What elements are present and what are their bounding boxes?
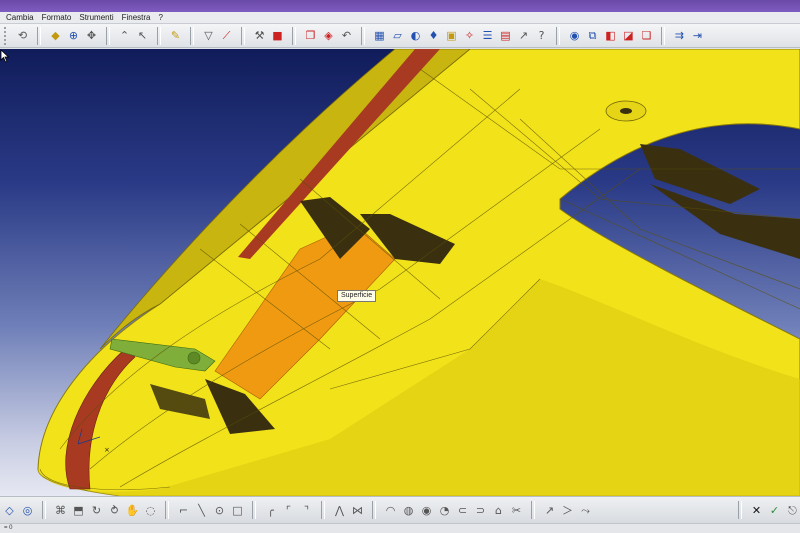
duplicate-icon[interactable]: ❏ <box>639 28 654 44</box>
rotate-icon[interactable]: ⟲ <box>15 28 30 44</box>
toolbar-separator <box>661 26 665 45</box>
pattern-icon[interactable]: ◉ <box>419 502 434 518</box>
toolbar-separator <box>372 501 376 519</box>
toolbar-separator <box>361 26 365 45</box>
close-icon[interactable]: ✕ <box>749 502 764 518</box>
extrude-icon[interactable]: ⬒ <box>71 502 86 518</box>
snap-icon[interactable]: ⊃ <box>473 502 488 518</box>
line-tool-icon[interactable]: ⌐ <box>176 502 191 518</box>
status-bar: = 0 <box>0 523 800 533</box>
trim-icon[interactable]: ◔ <box>437 502 452 518</box>
toolbar-separator <box>42 501 46 519</box>
toolbar-separator <box>37 26 41 45</box>
green-hole <box>187 351 201 365</box>
measure-icon[interactable]: ⌝ <box>299 502 314 518</box>
3d-viewport[interactable]: × Superficie <box>0 49 800 496</box>
layers-icon[interactable]: ☰ <box>480 28 495 44</box>
pocket-3 <box>640 144 760 204</box>
menu-item-strumenti[interactable]: Strumenti <box>79 13 113 22</box>
toolbar-separator <box>321 501 325 519</box>
window-title-bar <box>0 0 800 12</box>
ok-icon[interactable]: ＞ <box>560 502 575 518</box>
toolbar-separator <box>292 26 296 45</box>
mouse-cursor <box>0 49 10 63</box>
rectangle-tool-icon[interactable]: ⊙ <box>212 502 227 518</box>
line-icon[interactable]: ⟋ <box>219 28 234 44</box>
help-icon[interactable]: ? <box>534 28 549 44</box>
split-icon[interactable]: ⌂ <box>491 502 506 518</box>
toolbar-separator <box>252 501 256 519</box>
accept-icon[interactable]: ✓ <box>767 502 782 518</box>
circle-tool-icon[interactable]: ╲ <box>194 502 209 518</box>
box-icon[interactable]: ▣ <box>444 28 459 44</box>
camera-icon[interactable]: ◉ <box>567 28 582 44</box>
picture-icon[interactable]: ▤ <box>498 28 513 44</box>
cancel-icon[interactable]: ⤳ <box>578 502 593 518</box>
toolbar-separator <box>157 26 161 45</box>
sketch-toolbar: ◇ ◎ ⌘ ⬒ ↻ ⥁ ✋ ◌ ⌐ ╲ ⊙ □ ╭ ⌜ ⌝ ⋀ ⋈ ◠ ◍ ◉ … <box>0 496 800 523</box>
window-icon[interactable]: ⧉ <box>585 28 600 44</box>
status-text: = 0 <box>4 525 13 531</box>
toolbar-separator <box>106 26 110 45</box>
hand-icon[interactable]: ⌃ <box>117 28 132 44</box>
info-icon[interactable]: ✧ <box>462 28 477 44</box>
menu-item-help[interactable]: ? <box>159 13 163 22</box>
shell-icon[interactable]: ◎ <box>20 502 35 518</box>
selection-tooltip: Superficie <box>337 290 377 302</box>
boss-hole <box>620 108 632 114</box>
copy-icon[interactable]: ❐ <box>303 28 318 44</box>
point-icon[interactable]: ◌ <box>143 502 158 518</box>
surface-icon[interactable]: ⋈ <box>350 502 365 518</box>
toolbar-separator <box>165 501 169 519</box>
scissors-icon[interactable]: ✂ <box>509 502 524 518</box>
exit-icon[interactable]: ⎋ <box>785 502 800 518</box>
paint-icon[interactable]: ♦ <box>426 28 441 44</box>
sculpt-icon[interactable]: ✋ <box>125 502 140 518</box>
mirror-icon[interactable]: ◍ <box>401 502 416 518</box>
render-icon[interactable]: ■ <box>270 28 285 44</box>
arc-tool-icon[interactable]: □ <box>230 502 245 518</box>
menu-bar: Cambia Formato Strumenti Finestra ? <box>0 12 800 24</box>
sketch-icon[interactable]: ✎ <box>168 28 183 44</box>
material-icon[interactable]: ◈ <box>321 28 336 44</box>
arrow-tool-icon[interactable]: ↗ <box>542 502 557 518</box>
light-icon[interactable]: ⇉ <box>672 28 687 44</box>
plane-icon[interactable]: ▱ <box>390 28 405 44</box>
menu-item-formato[interactable]: Formato <box>42 13 72 22</box>
curve-icon[interactable]: ◠ <box>383 502 398 518</box>
menu-item-cambia[interactable]: Cambia <box>6 13 34 22</box>
filter-icon[interactable]: ▽ <box>201 28 216 44</box>
extend-icon[interactable]: ⊂ <box>455 502 470 518</box>
undo-icon[interactable]: ↶ <box>339 28 354 44</box>
render-shade-icon[interactable]: ◐ <box>408 28 423 44</box>
section-icon[interactable]: ◪ <box>621 28 636 44</box>
main-toolbar: ⟲ ◆ ⊕ ✥ ⌃ ↖ ✎ ▽ ⟋ ⚒ ■ ❐ ◈ ↶ ▦ ▱ ◐ ♦ ▣ ✧ … <box>0 24 800 48</box>
toolbar-separator <box>531 501 535 519</box>
export-icon[interactable]: ⇥ <box>690 28 705 44</box>
chamfer-tool-icon[interactable]: ⌜ <box>281 502 296 518</box>
sweep-icon[interactable]: ⥁ <box>107 502 122 518</box>
sketch-plane-icon[interactable]: ◇ <box>2 502 17 518</box>
menu-item-finestra[interactable]: Finestra <box>122 13 151 22</box>
cube-color-icon[interactable]: ◧ <box>603 28 618 44</box>
dimension-icon[interactable]: ⋀ <box>332 502 347 518</box>
pan-icon[interactable]: ✥ <box>84 28 99 44</box>
toolbar-separator <box>738 501 742 519</box>
revolve-icon[interactable]: ↻ <box>89 502 104 518</box>
fillet-tool-icon[interactable]: ╭ <box>263 502 278 518</box>
grid-icon[interactable]: ▦ <box>372 28 387 44</box>
cad-model: × <box>37 49 800 496</box>
constraint-icon[interactable]: ⌘ <box>53 502 68 518</box>
toolbar-grip[interactable] <box>4 26 10 45</box>
toolbar-separator <box>556 26 560 45</box>
pointer-icon[interactable]: ↗ <box>516 28 531 44</box>
help-cursor-icon[interactable]: ↖ <box>135 28 150 44</box>
knife-icon[interactable]: ⚒ <box>252 28 267 44</box>
toolbar-separator <box>241 26 245 45</box>
axis-x-mark: × <box>104 446 110 454</box>
zoom-icon[interactable]: ⊕ <box>66 28 81 44</box>
cube-view-icon[interactable]: ◆ <box>48 28 63 44</box>
toolbar-separator <box>190 26 194 45</box>
